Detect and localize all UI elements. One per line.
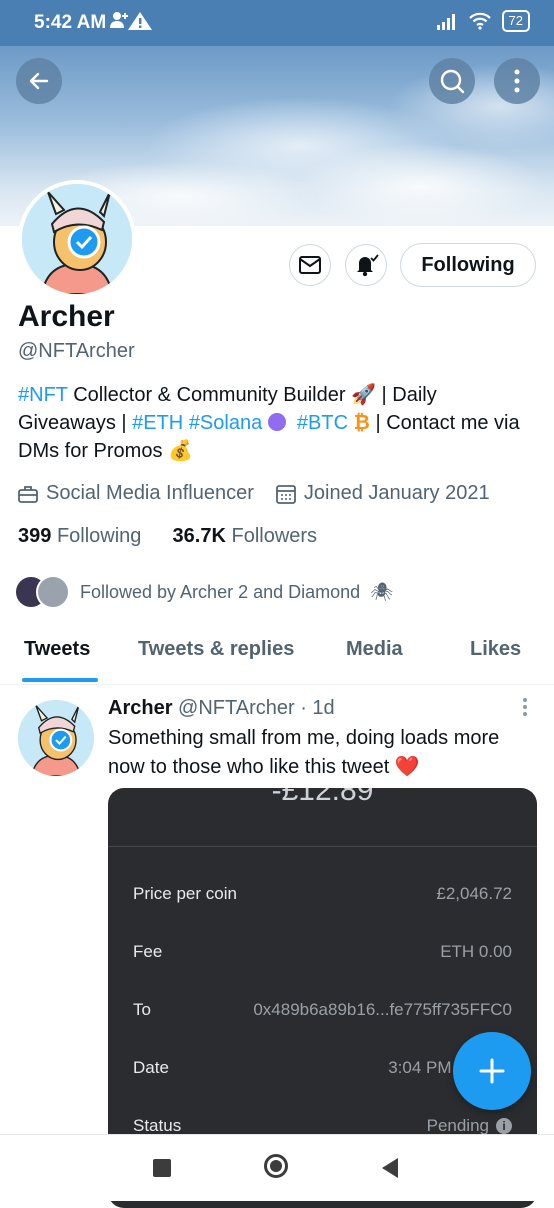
fee-value: ETH 0.00 (440, 942, 512, 961)
tweet-header: Archer @NFTArcher · 1d (108, 697, 335, 720)
tab-tweets[interactable]: Tweets (24, 638, 90, 661)
status-right-icons: 72 (436, 10, 530, 32)
add-person-icon (110, 12, 152, 30)
signal-icon (436, 14, 455, 30)
to-label: To (133, 1000, 151, 1019)
plus-icon (479, 1058, 505, 1084)
more-vertical-icon (523, 698, 527, 716)
hashtag-eth[interactable]: #ETH (132, 412, 183, 434)
followed-by[interactable]: Followed by Archer 2 and Diamond 🕷 (14, 574, 393, 610)
tweet-time: · 1d (300, 697, 335, 719)
info-icon: i (496, 1118, 512, 1134)
search-button[interactable] (429, 58, 475, 104)
profile-handle: @NFTArcher (18, 340, 135, 362)
more-vertical-icon (514, 69, 520, 93)
profile-bio: #NFT Collector & Community Builder 🚀 | D… (18, 381, 528, 465)
profile-avatar[interactable] (18, 180, 136, 298)
battery-indicator: 72 (501, 10, 530, 32)
avatar (36, 575, 70, 609)
followed-by-avatars (14, 574, 70, 610)
status-bar: 5:42 AM 72 (0, 0, 554, 46)
back-button[interactable] (16, 58, 62, 104)
active-tab-indicator (22, 678, 98, 682)
home-button[interactable] (264, 1154, 288, 1178)
avatar-image (18, 700, 94, 776)
tweet-text: Something small from me, doing loads mor… (108, 727, 500, 778)
wifi-icon (468, 12, 491, 30)
briefcase-icon (18, 485, 38, 503)
tab-tweets-replies[interactable]: Tweets & replies (138, 638, 294, 661)
price-per-coin-label: Price per coin (133, 884, 237, 903)
to-address: 0x489b6a89b16...fe775ff735FFC0 (253, 1000, 512, 1019)
notifications-button[interactable] (345, 244, 387, 286)
transaction-amount: -£12.89 (271, 788, 374, 807)
mail-icon (299, 256, 321, 274)
avatar-image (22, 184, 132, 294)
heart-emoji: ❤️ (394, 756, 420, 778)
tab-media[interactable]: Media (346, 638, 403, 661)
back-nav-icon[interactable] (380, 1157, 400, 1179)
status-label: Status (133, 1116, 182, 1135)
tweet-avatar[interactable] (18, 700, 94, 776)
tweet-author-name[interactable]: Archer (108, 697, 172, 719)
tab-likes[interactable]: Likes (470, 638, 521, 661)
followed-by-text: Followed by Archer 2 and Diamond (80, 581, 361, 602)
hashtag-solana[interactable]: #Solana (189, 412, 262, 434)
following-button[interactable]: Following (400, 243, 536, 287)
search-icon (440, 69, 465, 94)
bitcoin-icon: ₿ (353, 412, 370, 434)
notification-icons (110, 10, 154, 37)
back-arrow-icon (29, 72, 49, 90)
price-per-coin-value: £2,046.72 (436, 884, 512, 903)
fee-label: Fee (133, 942, 163, 961)
joined-date: Joined January 2021 (303, 482, 490, 504)
tweet-more-button[interactable] (518, 697, 532, 717)
follow-stats: 399 Following 36.7K Followers (18, 525, 317, 548)
status-time: 5:42 AM (34, 12, 107, 33)
spider-emoji: 🕷 (370, 581, 394, 602)
system-nav-bar (0, 1134, 554, 1201)
status-value: Pending (426, 1116, 489, 1135)
money-bag-emoji: 💰 (168, 440, 193, 462)
bio-text: Collector & Community Builder (67, 384, 352, 406)
more-options-button[interactable] (494, 58, 540, 104)
divider (108, 846, 537, 847)
hashtag-btc[interactable]: #BTC (297, 412, 348, 434)
profile-meta: Social Media Influencer Joined January 2… (18, 482, 490, 505)
followers-stat[interactable]: 36.7K Followers (173, 525, 318, 547)
message-button[interactable] (289, 244, 331, 286)
compose-tweet-button[interactable] (453, 1032, 531, 1110)
profile-tabs: Tweets Tweets & replies Media Likes (0, 630, 554, 685)
solana-icon (267, 413, 286, 431)
date-label: Date (133, 1058, 169, 1077)
profile-name: Archer (18, 300, 115, 333)
recents-button[interactable] (153, 1159, 171, 1177)
tweet-author-handle: @NFTArcher (178, 697, 295, 719)
rocket-emoji: 🚀 (351, 384, 376, 406)
bell-check-icon (357, 254, 379, 277)
following-stat[interactable]: 399 Following (18, 525, 141, 547)
profile-category: Social Media Influencer (46, 482, 254, 504)
hashtag-nft[interactable]: #NFT (18, 384, 68, 406)
calendar-icon (275, 484, 296, 504)
